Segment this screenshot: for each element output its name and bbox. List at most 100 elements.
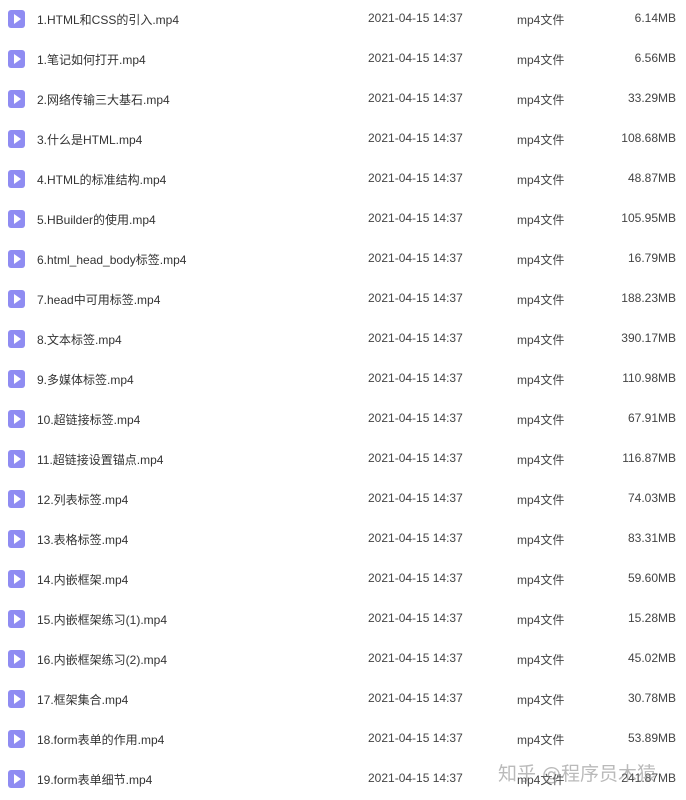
file-size: 188.23MB [621,291,676,305]
file-name: 4.HTML的标准结构.mp4 [37,173,167,187]
file-row[interactable]: 18.form表单的作用.mp4 2021-04-15 14:37 mp4文件 … [0,720,686,760]
file-size: 6.56MB [634,51,676,65]
video-file-icon [8,10,25,28]
file-name: 9.多媒体标签.mp4 [37,373,134,387]
file-row[interactable]: 17.框架集合.mp4 2021-04-15 14:37 mp4文件 30.78… [0,680,686,720]
file-type: mp4文件 [517,173,565,187]
file-date: 2021-04-15 14:37 [368,91,463,105]
video-file-icon [8,770,25,788]
file-date: 2021-04-15 14:37 [368,491,463,505]
file-date: 2021-04-15 14:37 [368,171,463,185]
file-type: mp4文件 [517,213,565,227]
file-row[interactable]: 14.内嵌框架.mp4 2021-04-15 14:37 mp4文件 59.60… [0,560,686,600]
video-file-icon [8,730,25,748]
video-file-icon [8,450,25,468]
file-row[interactable]: 9.多媒体标签.mp4 2021-04-15 14:37 mp4文件 110.9… [0,360,686,400]
file-type: mp4文件 [517,253,565,267]
file-type: mp4文件 [517,493,565,507]
file-type: mp4文件 [517,53,565,67]
file-date: 2021-04-15 14:37 [368,451,463,465]
file-date: 2021-04-15 14:37 [368,51,463,65]
video-file-icon [8,90,25,108]
file-row[interactable]: 6.html_head_body标签.mp4 2021-04-15 14:37 … [0,240,686,280]
file-name: 10.超链接标签.mp4 [37,413,141,427]
file-size: 105.95MB [621,211,676,225]
file-name: 17.框架集合.mp4 [37,693,129,707]
file-name: 1.HTML和CSS的引入.mp4 [37,13,180,27]
video-file-icon [8,290,25,308]
file-row[interactable]: 1.笔记如何打开.mp4 2021-04-15 14:37 mp4文件 6.56… [0,40,686,80]
file-date: 2021-04-15 14:37 [368,731,463,745]
file-size: 15.28MB [627,611,676,625]
video-file-icon [8,610,25,628]
file-date: 2021-04-15 14:37 [368,331,463,345]
file-size: 110.98MB [622,371,676,385]
file-row[interactable]: 10.超链接标签.mp4 2021-04-15 14:37 mp4文件 67.9… [0,400,686,440]
file-date: 2021-04-15 14:37 [368,691,463,705]
file-date: 2021-04-15 14:37 [368,411,463,425]
file-size: 83.31MB [627,531,676,545]
file-size: 16.79MB [627,251,676,265]
file-date: 2021-04-15 14:37 [368,771,463,785]
file-name: 5.HBuilder的使用.mp4 [37,213,156,227]
file-name: 3.什么是HTML.mp4 [37,133,143,147]
file-row[interactable]: 15.内嵌框架练习(1).mp4 2021-04-15 14:37 mp4文件 … [0,600,686,640]
video-file-icon [8,570,25,588]
video-file-icon [8,210,25,228]
file-name: 18.form表单的作用.mp4 [37,733,165,747]
video-file-icon [8,50,25,68]
zhihu-watermark: 知乎 @程序员木猿 [498,763,657,785]
file-name: 19.form表单细节.mp4 [37,773,153,787]
file-name: 6.html_head_body标签.mp4 [37,253,187,267]
file-size: 108.68MB [621,131,676,145]
file-size: 33.29MB [627,91,676,105]
file-size: 45.02MB [627,651,676,665]
file-type: mp4文件 [517,573,565,587]
file-name: 12.列表标签.mp4 [37,493,129,507]
file-row[interactable]: 5.HBuilder的使用.mp4 2021-04-15 14:37 mp4文件… [0,200,686,240]
file-date: 2021-04-15 14:37 [368,211,463,225]
file-row[interactable]: 7.head中可用标签.mp4 2021-04-15 14:37 mp4文件 1… [0,280,686,320]
file-row[interactable]: 8.文本标签.mp4 2021-04-15 14:37 mp4文件 390.17… [0,320,686,360]
file-list: 1.HTML和CSS的引入.mp4 2021-04-15 14:37 mp4文件… [0,0,686,800]
file-row[interactable]: 4.HTML的标准结构.mp4 2021-04-15 14:37 mp4文件 4… [0,160,686,200]
video-file-icon [8,490,25,508]
file-size: 116.87MB [622,451,676,465]
file-date: 2021-04-15 14:37 [368,251,463,265]
video-file-icon [8,650,25,668]
file-name: 7.head中可用标签.mp4 [37,293,161,307]
file-date: 2021-04-15 14:37 [368,611,463,625]
file-type: mp4文件 [517,93,565,107]
file-row[interactable]: 1.HTML和CSS的引入.mp4 2021-04-15 14:37 mp4文件… [0,0,686,40]
video-file-icon [8,170,25,188]
file-type: mp4文件 [517,693,565,707]
file-type: mp4文件 [517,533,565,547]
file-date: 2021-04-15 14:37 [368,371,463,385]
file-row[interactable]: 13.表格标签.mp4 2021-04-15 14:37 mp4文件 83.31… [0,520,686,560]
file-row[interactable]: 12.列表标签.mp4 2021-04-15 14:37 mp4文件 74.03… [0,480,686,520]
video-file-icon [8,410,25,428]
file-size: 67.91MB [627,411,676,425]
file-size: 48.87MB [627,171,676,185]
video-file-icon [8,330,25,348]
file-date: 2021-04-15 14:37 [368,531,463,545]
file-row[interactable]: 2.网络传输三大基石.mp4 2021-04-15 14:37 mp4文件 33… [0,80,686,120]
video-file-icon [8,130,25,148]
file-row[interactable]: 3.什么是HTML.mp4 2021-04-15 14:37 mp4文件 108… [0,120,686,160]
file-name: 8.文本标签.mp4 [37,333,122,347]
file-date: 2021-04-15 14:37 [368,131,463,145]
file-size: 30.78MB [627,691,676,705]
video-file-icon [8,250,25,268]
file-row[interactable]: 16.内嵌框架练习(2).mp4 2021-04-15 14:37 mp4文件 … [0,640,686,680]
file-type: mp4文件 [517,373,565,387]
file-type: mp4文件 [517,333,565,347]
file-row[interactable]: 11.超链接设置锚点.mp4 2021-04-15 14:37 mp4文件 11… [0,440,686,480]
file-size: 59.60MB [627,571,676,585]
file-name: 16.内嵌框架练习(2).mp4 [37,653,168,667]
file-name: 1.笔记如何打开.mp4 [37,53,146,67]
file-type: mp4文件 [517,453,565,467]
file-name: 15.内嵌框架练习(1).mp4 [37,613,168,627]
file-size: 6.14MB [634,11,676,25]
file-size: 74.03MB [627,491,676,505]
file-date: 2021-04-15 14:37 [368,291,463,305]
